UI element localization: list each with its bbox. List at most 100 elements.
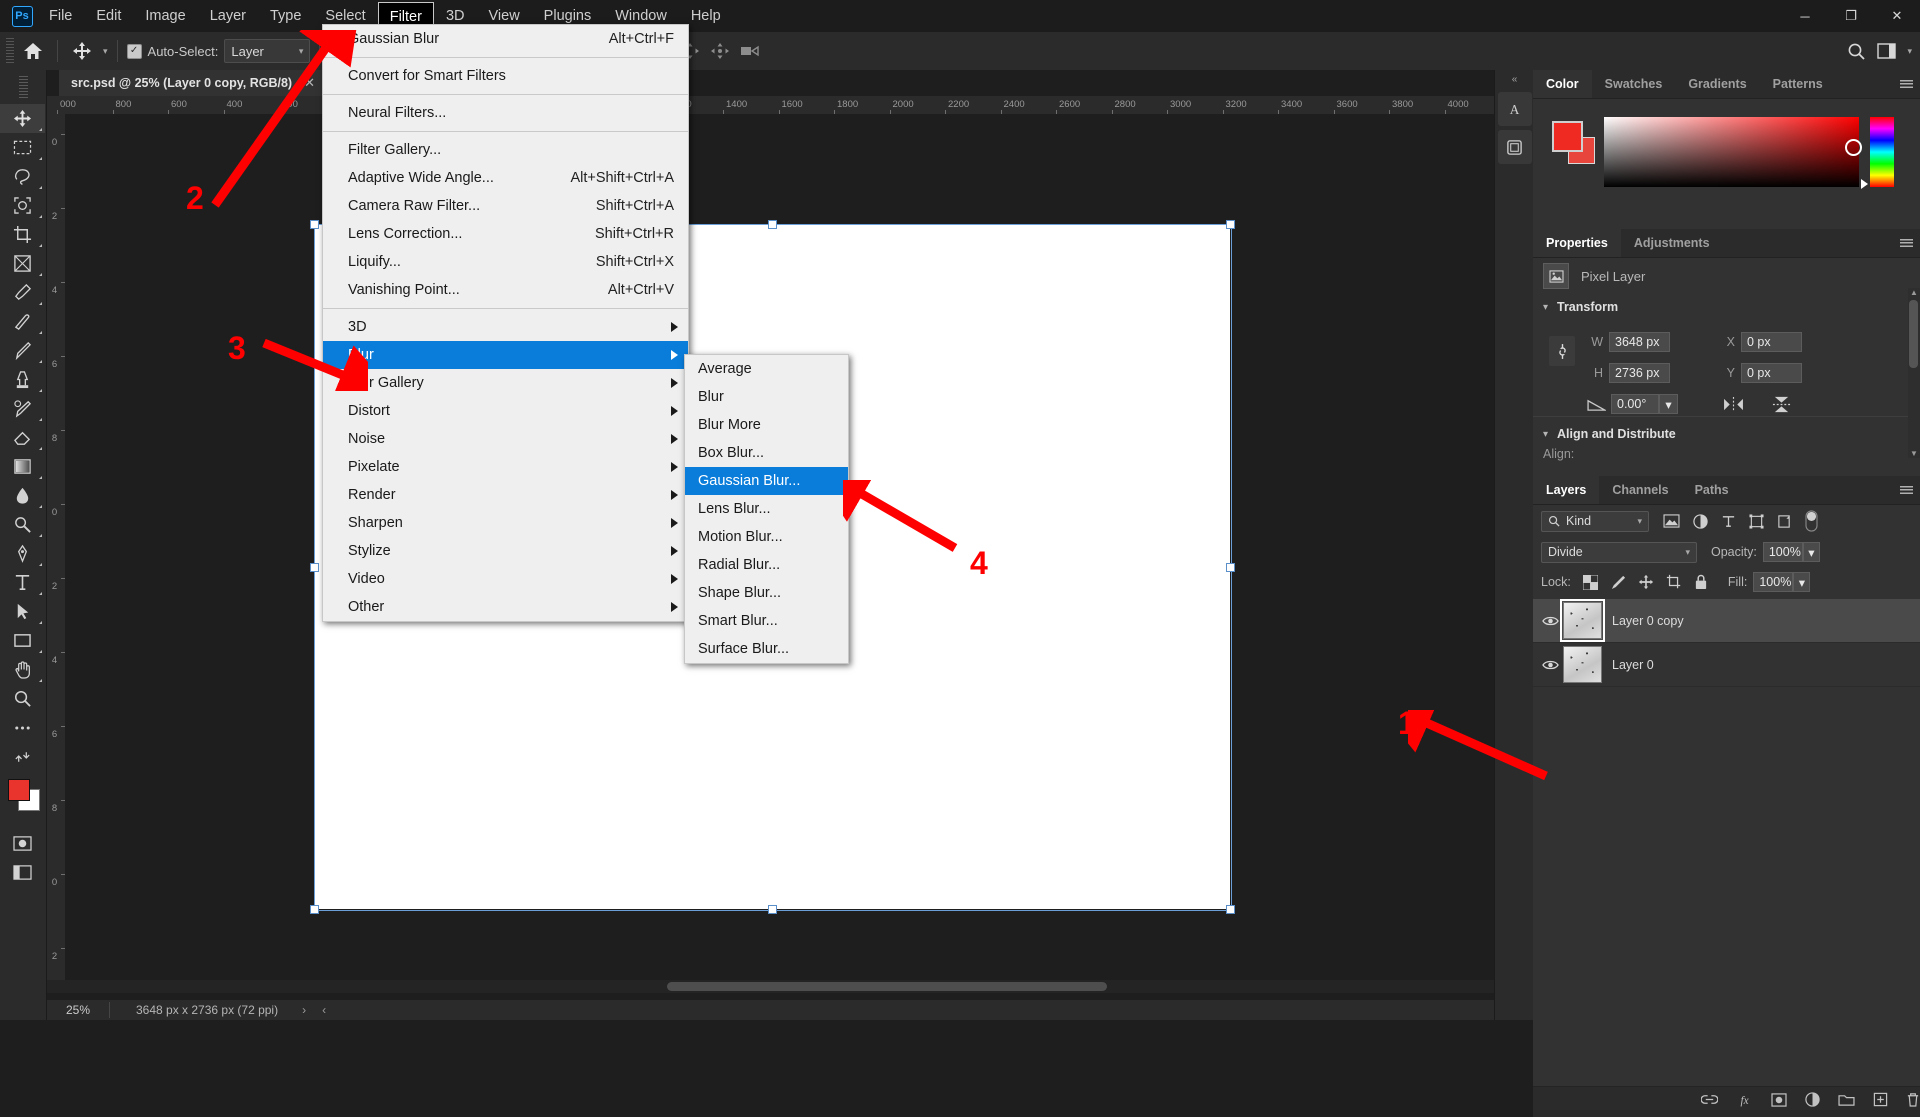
blur-submenu-item-blur[interactable]: Blur xyxy=(685,383,848,411)
layer-name[interactable]: Layer 0 copy xyxy=(1612,614,1684,628)
filter-menu-item-noise[interactable]: Noise xyxy=(323,425,688,453)
blur-submenu[interactable]: AverageBlurBlur MoreBox Blur...Gaussian … xyxy=(684,354,849,664)
menu-edit[interactable]: Edit xyxy=(84,0,133,32)
tool-object-selection[interactable] xyxy=(0,191,45,220)
filter-menu-item-distort[interactable]: Distort xyxy=(323,397,688,425)
filter-type-icon[interactable] xyxy=(1721,514,1736,529)
menu-image[interactable]: Image xyxy=(133,0,197,32)
handle-top-right[interactable] xyxy=(1226,220,1235,229)
blur-submenu-item-smart-blur[interactable]: Smart Blur... xyxy=(685,607,848,635)
menu-file[interactable]: File xyxy=(37,0,84,32)
layer-name[interactable]: Layer 0 xyxy=(1612,658,1654,672)
foreground-color-swatch[interactable] xyxy=(8,779,30,801)
layers-panel-menu-icon[interactable] xyxy=(1892,476,1920,504)
filter-menu-item-render[interactable]: Render xyxy=(323,481,688,509)
tool-frame[interactable] xyxy=(0,249,45,278)
tab-properties[interactable]: Properties xyxy=(1533,229,1621,257)
tool-zoom[interactable] xyxy=(0,684,45,713)
workspace-dropdown-icon[interactable]: ▾ xyxy=(1907,46,1912,57)
filter-toggle-switch[interactable] xyxy=(1805,510,1818,532)
filter-menu-item-gaussian-blur[interactable]: Gaussian BlurAlt+Ctrl+F xyxy=(323,25,688,53)
filter-menu-item-blur[interactable]: Blur xyxy=(323,341,688,369)
layer-row[interactable]: Layer 0 xyxy=(1533,643,1920,687)
layer-style-icon[interactable]: fx xyxy=(1736,1093,1753,1112)
libraries-panel-icon[interactable] xyxy=(1498,130,1532,164)
scroll-up-icon[interactable]: ▲ xyxy=(1910,288,1918,297)
tool-crop[interactable] xyxy=(0,220,45,249)
lock-image-pixels-icon[interactable] xyxy=(1610,574,1626,590)
tool-gradient[interactable] xyxy=(0,452,45,481)
height-input[interactable]: 2736 px xyxy=(1609,363,1670,383)
handle-middle-right[interactable] xyxy=(1226,563,1235,572)
handle-bottom-center[interactable] xyxy=(768,905,777,914)
filter-smart-object-icon[interactable] xyxy=(1777,514,1792,529)
blur-submenu-item-lens-blur[interactable]: Lens Blur... xyxy=(685,495,848,523)
tab-paths[interactable]: Paths xyxy=(1682,476,1742,504)
color-panel-menu-icon[interactable] xyxy=(1892,70,1920,98)
hue-strip[interactable] xyxy=(1870,117,1894,187)
blur-submenu-item-radial-blur[interactable]: Radial Blur... xyxy=(685,551,848,579)
add-mask-icon[interactable] xyxy=(1771,1093,1787,1112)
options-bar-grip[interactable] xyxy=(6,38,14,64)
fill-input[interactable]: 100% xyxy=(1753,572,1793,592)
character-panel-icon[interactable]: A xyxy=(1498,92,1532,126)
filter-menu-item-adaptive-wide-angle[interactable]: Adaptive Wide Angle...Alt+Shift+Ctrl+A xyxy=(323,164,688,192)
tool-history-brush[interactable] xyxy=(0,394,45,423)
tool-screen-mode[interactable] xyxy=(0,858,45,887)
align-section-header[interactable]: ▾ Align and Distribute xyxy=(1533,421,1920,447)
blur-submenu-item-blur-more[interactable]: Blur More xyxy=(685,411,848,439)
layer-filter-kind-select[interactable]: Kind ▾ xyxy=(1541,511,1649,532)
tool-eyedropper[interactable] xyxy=(0,278,45,307)
filter-shape-icon[interactable] xyxy=(1749,514,1764,529)
foreground-background-colors[interactable] xyxy=(0,775,45,815)
link-wh-button[interactable] xyxy=(1549,336,1575,366)
layer-visibility-icon[interactable] xyxy=(1537,615,1563,627)
angle-input[interactable]: 0.00° xyxy=(1611,394,1659,414)
filter-menu-item-blur-gallery[interactable]: Blur Gallery xyxy=(323,369,688,397)
filter-menu-item-camera-raw-filter[interactable]: Camera Raw Filter...Shift+Ctrl+A xyxy=(323,192,688,220)
x-input[interactable]: 0 px xyxy=(1741,332,1802,352)
tool-path-selection[interactable] xyxy=(0,597,45,626)
properties-scrollbar[interactable]: ▲ ▼ xyxy=(1908,288,1920,458)
fill-dropdown-icon[interactable]: ▾ xyxy=(1793,572,1810,592)
handle-bottom-left[interactable] xyxy=(310,905,319,914)
handle-middle-left[interactable] xyxy=(310,563,319,572)
flip-horizontal-icon[interactable] xyxy=(1722,396,1745,413)
layer-row[interactable]: Layer 0 copy xyxy=(1533,599,1920,643)
horizontal-scroll-thumb[interactable] xyxy=(667,982,1107,991)
filter-menu-item-pixelate[interactable]: Pixelate xyxy=(323,453,688,481)
filter-menu-item-video[interactable]: Video xyxy=(323,565,688,593)
menu-layer[interactable]: Layer xyxy=(198,0,258,32)
tool-move[interactable] xyxy=(0,104,45,133)
tab-patterns[interactable]: Patterns xyxy=(1760,70,1836,98)
close-button[interactable]: ✕ xyxy=(1874,0,1920,32)
tool-eraser[interactable] xyxy=(0,423,45,452)
scroll-down-icon[interactable]: ▼ xyxy=(1910,449,1918,458)
layer-thumbnail[interactable] xyxy=(1563,646,1602,683)
lock-transparent-pixels-icon[interactable] xyxy=(1583,575,1598,590)
blur-submenu-item-box-blur[interactable]: Box Blur... xyxy=(685,439,848,467)
tool-hand[interactable] xyxy=(0,655,45,684)
filter-menu-item-3d[interactable]: 3D xyxy=(323,313,688,341)
filter-menu-item-convert-for-smart-filters[interactable]: Convert for Smart Filters xyxy=(323,62,688,90)
filter-menu-item-sharpen[interactable]: Sharpen xyxy=(323,509,688,537)
new-adjustment-layer-icon[interactable] xyxy=(1805,1092,1820,1112)
filter-pixel-icon[interactable] xyxy=(1663,514,1680,528)
new-group-icon[interactable] xyxy=(1838,1093,1855,1112)
opacity-dropdown-icon[interactable]: ▾ xyxy=(1803,542,1820,562)
tab-channels[interactable]: Channels xyxy=(1599,476,1681,504)
3d-slide-icon[interactable] xyxy=(705,36,735,66)
transform-section-header[interactable]: ▾ Transform xyxy=(1533,294,1920,320)
properties-panel-menu-icon[interactable] xyxy=(1892,229,1920,257)
tool-edit-toolbar[interactable] xyxy=(0,713,45,742)
filter-menu[interactable]: Gaussian BlurAlt+Ctrl+F Convert for Smart… xyxy=(322,24,689,622)
status-prev-icon[interactable]: ‹ xyxy=(322,1003,326,1017)
tool-clone-stamp[interactable] xyxy=(0,365,45,394)
tool-quick-mask[interactable] xyxy=(0,829,45,858)
tool-dodge[interactable] xyxy=(0,510,45,539)
search-icon[interactable] xyxy=(1841,36,1871,66)
tab-layers[interactable]: Layers xyxy=(1533,476,1599,504)
flip-vertical-icon[interactable] xyxy=(1771,395,1792,414)
status-next-icon[interactable]: › xyxy=(302,1003,306,1017)
blur-submenu-item-shape-blur[interactable]: Shape Blur... xyxy=(685,579,848,607)
